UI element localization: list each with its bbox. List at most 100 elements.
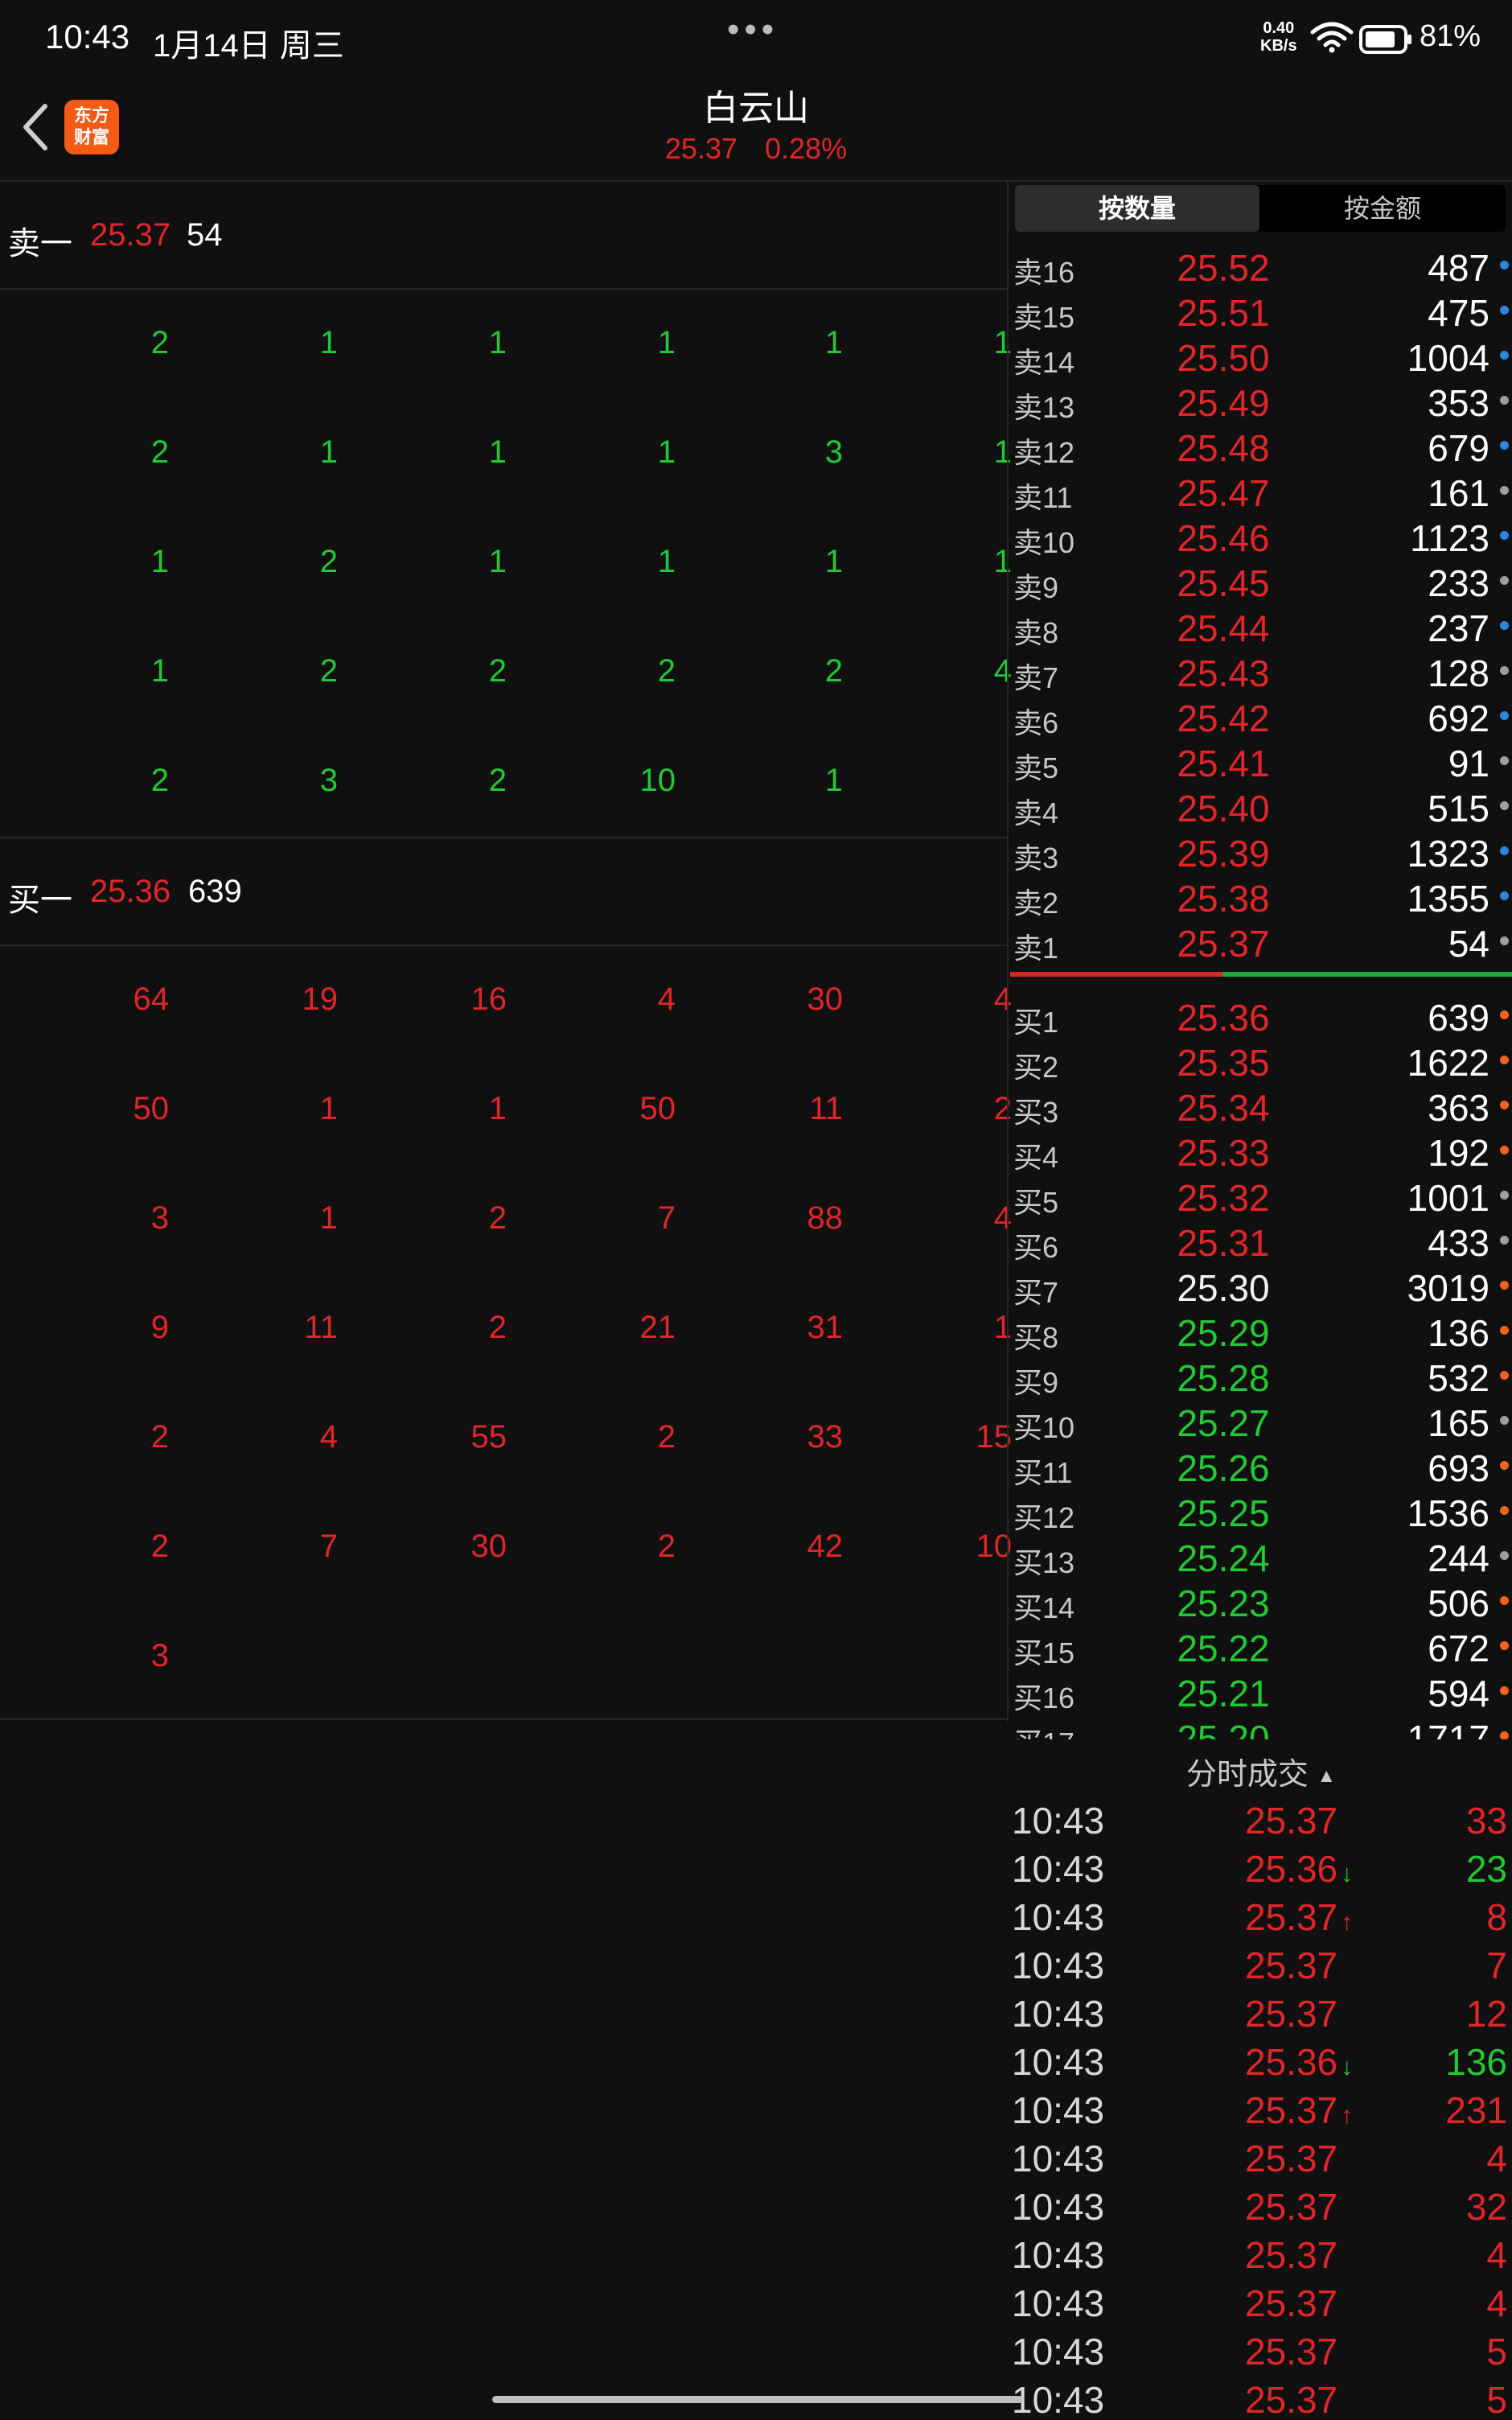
arrow-down-icon: ↓ (1341, 1861, 1354, 1887)
ask-price: 25.38 (1177, 878, 1270, 920)
ask-row[interactable]: 卖14 25.50 1004 (1010, 331, 1512, 379)
bid-row[interactable]: 买10 25.27 165 (1010, 1397, 1512, 1444)
ask-row[interactable]: 卖3 25.39 1323 (1010, 827, 1512, 875)
sell-queue-cell: 2 (319, 544, 338, 579)
bid-row[interactable]: 买7 25.30 3019 (1010, 1261, 1512, 1309)
ask-dot (1500, 486, 1509, 495)
ask-row[interactable]: 卖4 25.40 515 (1010, 782, 1512, 829)
ask-row[interactable]: 卖2 25.38 1355 (1010, 872, 1512, 920)
ticks-title[interactable]: 分时成交 ▲ (1010, 1749, 1512, 1793)
book-mode-toggle: 按数量 按金额 (1015, 185, 1506, 232)
bid-label: 买12 (1013, 1501, 1075, 1534)
order-queue-panel: 卖一 25.37 54 2111112111311211111222242321… (0, 182, 1012, 1722)
stock-change-pct: 0.28% (765, 132, 848, 165)
ask-row[interactable]: 卖12 25.48 679 (1010, 422, 1512, 469)
bid-qty: 639 (1428, 997, 1489, 1039)
ask-label: 卖11 (1013, 481, 1073, 514)
triangle-up-icon: ▲ (1317, 1764, 1337, 1787)
bid-label: 买1 (1013, 1006, 1059, 1039)
ask-price: 25.49 (1177, 382, 1270, 424)
bid-dot (1500, 1146, 1509, 1154)
buy-queue-cell: 42 (807, 1529, 844, 1564)
ask-row[interactable]: 卖16 25.52 487 (1010, 241, 1512, 289)
ask-qty: 161 (1428, 472, 1489, 514)
bid-row[interactable]: 买5 25.32 1001 (1010, 1171, 1512, 1219)
ask-label: 卖8 (1013, 616, 1059, 649)
ticks-list[interactable]: 10:43 25.37 33 10:43 25.36 ↓ 23 10:43 25.37 ↑ 8 10:… (1010, 1796, 1512, 2420)
tick-price: 25.37 ↑ (1245, 2089, 1353, 2132)
sell-queue-cell: 3 (319, 763, 338, 798)
bid-row[interactable]: 买12 25.25 1536 (1010, 1487, 1512, 1534)
tick-price-value: 25.37 (1245, 2379, 1338, 2420)
ask-row[interactable]: 卖9 25.45 233 (1010, 557, 1512, 604)
bid-row[interactable]: 买2 25.35 1622 (1010, 1036, 1512, 1084)
bid-dot (1500, 1281, 1509, 1290)
bid-row[interactable]: 买9 25.28 532 (1010, 1352, 1512, 1399)
bid-dot (1500, 1641, 1509, 1650)
tick-row: 10:43 25.36 ↓ 136 (1010, 2037, 1512, 2085)
ask-row[interactable]: 卖10 25.46 1123 (1010, 512, 1512, 559)
buy-queue-cell: 19 (302, 982, 339, 1017)
ask-row[interactable]: 卖15 25.51 475 (1010, 286, 1512, 334)
bid-dot (1500, 1326, 1509, 1335)
bid-dot (1500, 1191, 1509, 1200)
ask-qty: 237 (1428, 607, 1489, 649)
tick-price-value: 25.36 (1245, 1848, 1338, 1890)
book-mid-line-red (1010, 972, 1222, 977)
ask-row[interactable]: 卖8 25.44 237 (1010, 602, 1512, 649)
tick-time: 10:43 (1012, 2379, 1105, 2420)
tick-volume: 4 (1486, 2282, 1507, 2324)
ask-row[interactable]: 卖5 25.41 91 (1010, 737, 1512, 784)
ask-dot (1500, 936, 1509, 945)
by-amount-tab[interactable]: 按金额 (1259, 185, 1506, 232)
ask-dot (1500, 756, 1509, 765)
bid-row[interactable]: 买11 25.26 693 (1010, 1442, 1512, 1489)
battery-percent: 81% (1420, 19, 1481, 53)
sell-queue-cell: 2 (824, 653, 843, 689)
ask-qty: 1355 (1407, 878, 1489, 920)
ask-row[interactable]: 卖11 25.47 161 (1010, 467, 1512, 514)
bid-qty: 594 (1428, 1673, 1489, 1714)
ask-label: 卖1 (1013, 932, 1059, 965)
tick-time: 10:43 (1012, 1896, 1105, 1938)
bid-row[interactable]: 买8 25.29 136 (1010, 1307, 1512, 1354)
bid-row[interactable]: 买14 25.23 506 (1010, 1577, 1512, 1624)
sell-one-label: 卖一 (8, 226, 72, 261)
tick-row: 10:43 25.37 33 (1010, 1796, 1512, 1844)
order-book[interactable]: 卖16 25.52 487 卖15 25.51 475 卖14 25.50 1004 卖13 25.… (1010, 241, 1512, 1739)
tick-row: 10:43 25.37 5 (1010, 2375, 1512, 2420)
ask-dot (1500, 306, 1509, 315)
arrow-down-icon: ↓ (1341, 2054, 1354, 2080)
ask-label: 卖16 (1013, 256, 1075, 289)
bid-label: 买5 (1013, 1186, 1059, 1219)
bid-qty: 363 (1428, 1087, 1489, 1129)
by-quantity-tab[interactable]: 按数量 (1015, 185, 1259, 232)
bid-row[interactable]: 买16 25.21 594 (1010, 1667, 1512, 1714)
bid-price: 25.30 (1177, 1267, 1270, 1309)
home-indicator[interactable] (492, 2396, 1023, 2403)
ask-qty: 233 (1428, 562, 1489, 604)
bid-row[interactable]: 买13 25.24 244 (1010, 1532, 1512, 1579)
ask-row[interactable]: 卖1 25.37 54 (1010, 917, 1512, 965)
tick-price: 25.37 (1245, 1992, 1337, 2035)
ask-label: 卖6 (1013, 706, 1059, 739)
ask-qty: 475 (1428, 292, 1489, 334)
buy-queue-cell: 88 (807, 1200, 844, 1236)
bid-row[interactable]: 买6 25.31 433 (1010, 1216, 1512, 1264)
bid-row[interactable]: 买1 25.36 639 (1010, 991, 1512, 1039)
ask-price: 25.41 (1177, 743, 1270, 784)
ask-row[interactable]: 卖6 25.42 692 (1010, 692, 1512, 739)
bid-row[interactable]: 买17 25.20 1717 (1010, 1712, 1512, 1739)
bid-row[interactable]: 买3 25.34 363 (1010, 1081, 1512, 1129)
bid-price: 25.27 (1177, 1402, 1270, 1444)
bid-row[interactable]: 买15 25.22 672 (1010, 1622, 1512, 1669)
ask-price: 25.51 (1177, 292, 1270, 334)
ask-row[interactable]: 卖7 25.43 128 (1010, 647, 1512, 694)
bid-qty: 1717 (1407, 1718, 1489, 1739)
ask-row[interactable]: 卖13 25.49 353 (1010, 377, 1512, 424)
more-dots-icon[interactable]: ••• (727, 10, 779, 50)
buy-queue-cell: 21 (639, 1310, 676, 1345)
bid-row[interactable]: 买4 25.33 192 (1010, 1126, 1512, 1174)
buy-queue-cell: 30 (470, 1529, 507, 1564)
ask-qty: 487 (1428, 247, 1489, 289)
